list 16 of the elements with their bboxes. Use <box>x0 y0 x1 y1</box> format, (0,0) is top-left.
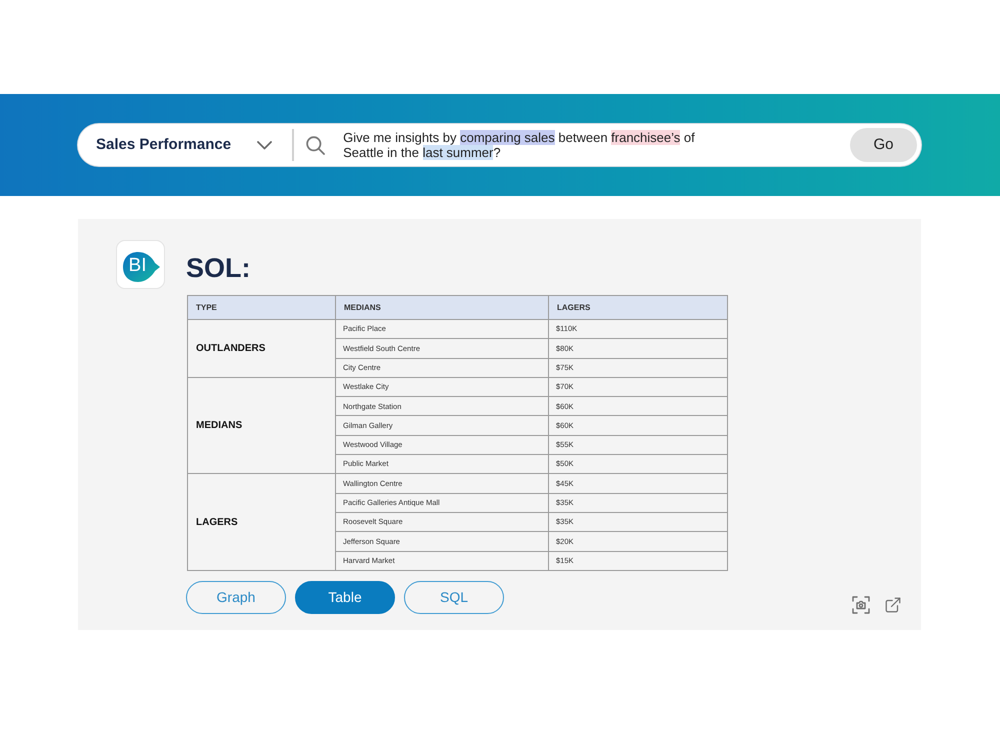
external-link-icon[interactable] <box>884 596 902 614</box>
column-header: LAGERS <box>548 296 728 320</box>
table-cell: LAGERS <box>188 474 336 570</box>
chevron-down-icon <box>257 140 272 150</box>
search-input[interactable]: Give me insights by comparing sales between franchisee’s of Seattle in the last summer? <box>294 124 850 166</box>
camera-frame-icon[interactable] <box>852 596 870 614</box>
view-tab[interactable]: Table <box>295 580 395 614</box>
column-header: TYPE <box>188 296 336 320</box>
dataset-dropdown[interactable]: Sales Performance <box>78 124 292 166</box>
answer-title: SOL: <box>186 255 250 282</box>
column-header: MEDIANS <box>336 296 548 320</box>
app-logo: BI <box>116 240 165 289</box>
search-icon <box>306 136 326 154</box>
table-cell: OUTLANDERS <box>188 320 336 378</box>
table-cell: MEDIANS <box>188 377 336 474</box>
go-button[interactable]: Go <box>850 128 917 162</box>
